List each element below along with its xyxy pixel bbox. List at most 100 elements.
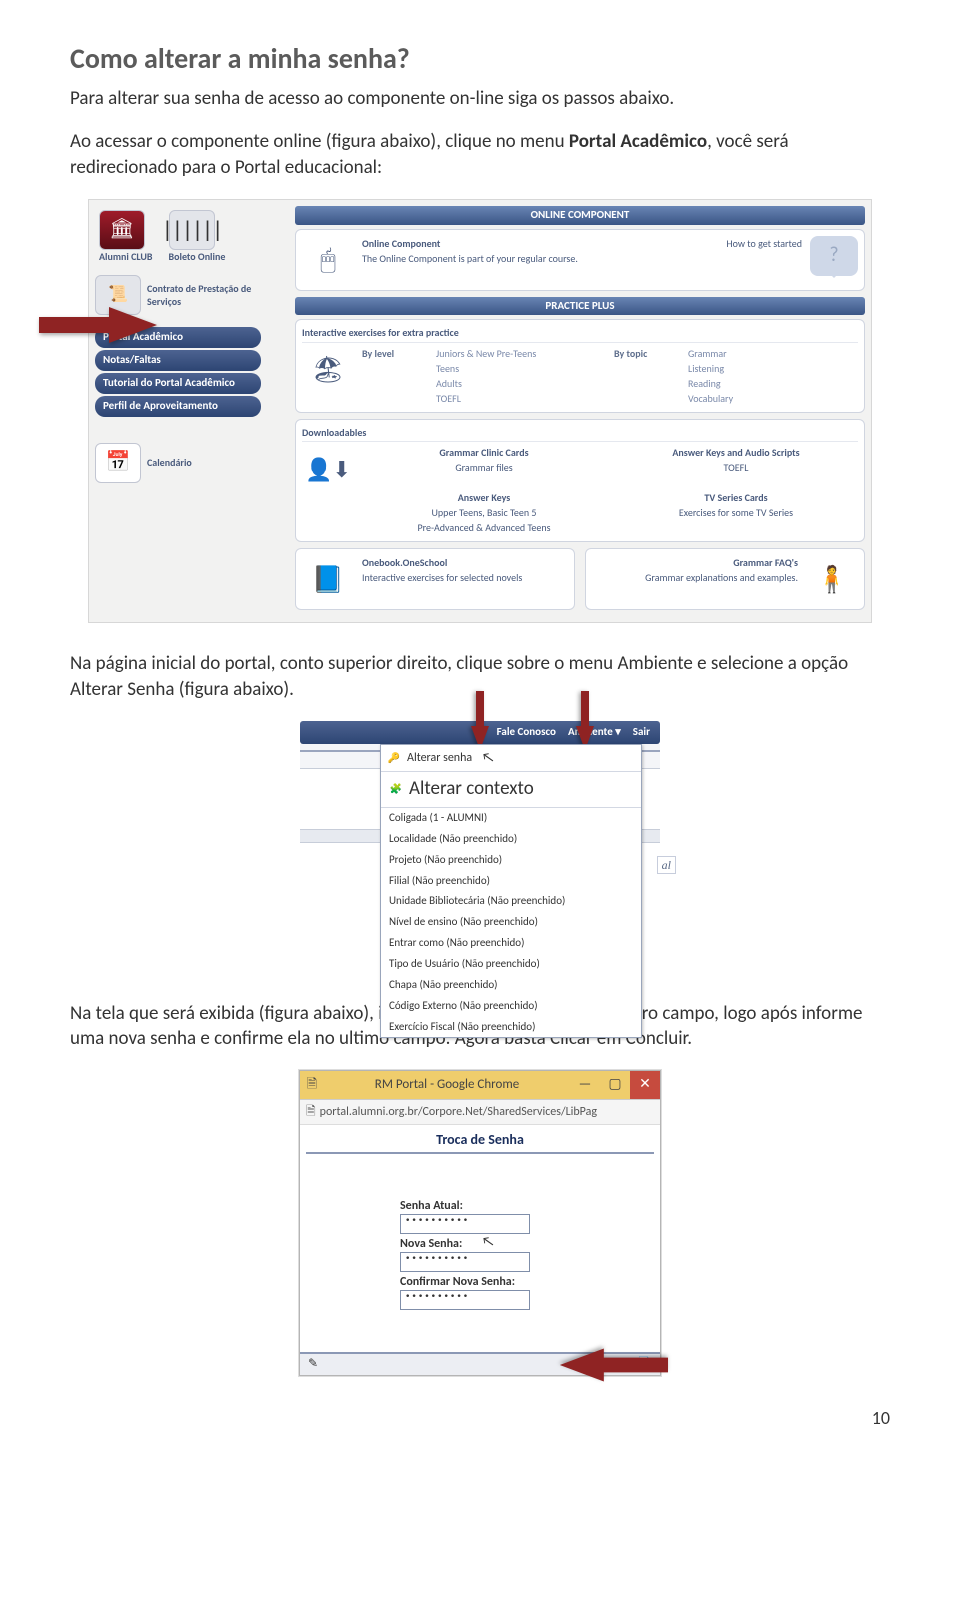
red-arrow-icon bbox=[555, 691, 615, 751]
bytopic-label: By topic bbox=[614, 346, 684, 361]
red-arrow-icon bbox=[39, 305, 159, 345]
bytopic-3[interactable]: Vocabulary bbox=[688, 391, 858, 406]
calendar-icon[interactable]: 📅 bbox=[95, 443, 141, 483]
input-senha-atual[interactable]: •••••••••• bbox=[400, 1214, 530, 1234]
dl4[interactable]: Upper Teens, Basic Teen 5 bbox=[432, 506, 537, 519]
sidebar-tutorial[interactable]: Tutorial do Portal Acadêmico bbox=[95, 373, 261, 394]
ambiente-menu-widget: Fale Conosco Ambiente ▾ Sair al 🔑 Altera… bbox=[300, 721, 660, 973]
label-confirm-senha: Confirmar Nova Senha: bbox=[400, 1274, 590, 1290]
speech-icon[interactable]: ? bbox=[810, 236, 858, 276]
ctx-1[interactable]: Localidade (Não preenchido) bbox=[381, 829, 641, 850]
onebook-s: Interactive exercises for selected novel… bbox=[362, 571, 522, 584]
bylevel-0[interactable]: Juniors & New Pre-Teens bbox=[436, 346, 606, 361]
card-faq: Grammar FAQ's Grammar explanations and e… bbox=[585, 548, 865, 610]
faq-icon: 🧍 bbox=[806, 555, 858, 603]
book-icon: 📘 bbox=[302, 555, 354, 603]
popup-alterar-contexto[interactable]: 🧩 Alterar contexto bbox=[381, 772, 641, 808]
card-downloadables: Downloadables 👤⬇ Grammar Clinic Cards Gr… bbox=[295, 419, 865, 543]
how-to[interactable]: How to get started bbox=[586, 236, 802, 284]
context-icon: 🧩 bbox=[389, 782, 403, 796]
card-practice: Interactive exercises for extra practice… bbox=[295, 319, 865, 413]
ctx-4[interactable]: Unidade Bibliotecária (Não preenchido) bbox=[381, 891, 641, 912]
dr4[interactable]: Exercises for some TV Series bbox=[679, 506, 793, 519]
form-heading: Troca de Senha bbox=[306, 1129, 654, 1154]
fig1-container: 🏛 Alumni CLUB |||||| Boleto Online 📜 Con… bbox=[70, 199, 890, 624]
close-button[interactable]: ✕ bbox=[630, 1071, 660, 1099]
para2: Ao acessar o componente online (figura a… bbox=[70, 129, 890, 180]
ctx-6[interactable]: Entrar como (Não preenchido) bbox=[381, 933, 641, 954]
banner-online-component: ONLINE COMPONENT bbox=[295, 206, 865, 225]
banner-practice-plus: PRACTICE PLUS bbox=[295, 297, 865, 316]
calendar-label: Calendário bbox=[147, 456, 192, 470]
alterar-contexto-label: Alterar contexto bbox=[409, 776, 534, 802]
sidebar-perfil[interactable]: Perfil de Aproveitamento bbox=[95, 396, 261, 417]
faq-t[interactable]: Grammar FAQ's bbox=[733, 556, 798, 569]
dl0[interactable]: Grammar Clinic Cards bbox=[439, 446, 528, 459]
dl1[interactable]: Grammar files bbox=[455, 461, 512, 474]
ctx-8[interactable]: Chapa (Não preenchido) bbox=[381, 975, 641, 996]
boleto-icon[interactable]: |||||| bbox=[169, 210, 215, 250]
alumni-club-icon[interactable]: 🏛 bbox=[99, 210, 145, 250]
ctx-9[interactable]: Código Externo (Não preenchido) bbox=[381, 996, 641, 1017]
panel-left-col: 🏛 Alumni CLUB |||||| Boleto Online 📜 Con… bbox=[95, 206, 285, 617]
dl5[interactable]: Pre-Advanced & Advanced Teens bbox=[417, 521, 550, 534]
status-left-icon: ✎ bbox=[308, 1356, 318, 1372]
onebook-t[interactable]: Onebook.OneSchool bbox=[362, 556, 447, 569]
bytopic-1[interactable]: Listening bbox=[688, 361, 858, 376]
sidebar-notas-faltas[interactable]: Notas/Faltas bbox=[95, 350, 261, 371]
dl3[interactable]: Answer Keys bbox=[458, 491, 510, 504]
input-nova-senha[interactable]: •••••••••• bbox=[400, 1252, 530, 1272]
top-sair[interactable]: Sair bbox=[633, 725, 650, 740]
ambiente-popup: 🔑 Alterar senha ↖ 🧩 Alterar contexto Col… bbox=[380, 744, 642, 1039]
ctx-3[interactable]: Filial (Não preenchido) bbox=[381, 871, 641, 892]
maximize-button[interactable]: ▢ bbox=[600, 1071, 630, 1099]
portal-panel: 🏛 Alumni CLUB |||||| Boleto Online 📜 Con… bbox=[88, 199, 872, 624]
input-confirm-senha[interactable]: •••••••••• bbox=[400, 1290, 530, 1310]
bylevel-2[interactable]: Adults bbox=[436, 376, 606, 391]
window-title: RM Portal - Google Chrome bbox=[324, 1076, 570, 1094]
bytopic-0[interactable]: Grammar bbox=[688, 346, 858, 361]
ctx-5[interactable]: Nível de ensino (Não preenchido) bbox=[381, 912, 641, 933]
fig2-container: Fale Conosco Ambiente ▾ Sair al 🔑 Altera… bbox=[70, 721, 890, 973]
ctx-10[interactable]: Exercício Fiscal (Não preenchido) bbox=[381, 1017, 641, 1038]
ctx-2[interactable]: Projeto (Não preenchido) bbox=[381, 850, 641, 871]
contrato-label: Contrato de Prestação de Serviços bbox=[147, 282, 257, 309]
umbrella-icon: 🏖 bbox=[302, 346, 354, 394]
mouse-icon: 🖱 bbox=[302, 236, 354, 284]
dr0[interactable]: Answer Keys and Audio Scripts bbox=[672, 446, 799, 459]
bylevel-1[interactable]: Teens bbox=[436, 361, 606, 376]
page-icon: 🗎 bbox=[300, 1076, 324, 1094]
bylevel-3[interactable]: TOEFL bbox=[436, 391, 606, 406]
card-online-comp: 🖱 Online Component The Online Component … bbox=[295, 229, 865, 291]
page-icon: 🗎 bbox=[306, 1104, 316, 1120]
boleto-label: Boleto Online bbox=[169, 250, 226, 264]
panel-right-col: ONLINE COMPONENT 🖱 Online Component The … bbox=[295, 206, 865, 617]
al-tag: al bbox=[657, 856, 676, 874]
alumni-club-label: Alumni CLUB bbox=[99, 250, 153, 264]
para2-a: Ao acessar o componente online (figura a… bbox=[70, 130, 569, 153]
label-senha-atual: Senha Atual: bbox=[400, 1198, 590, 1214]
dr1[interactable]: TOEFL bbox=[724, 461, 749, 474]
ctx-0[interactable]: Coligada (1 - ALUMNI) bbox=[381, 808, 641, 829]
window-titlebar: 🗎 RM Portal - Google Chrome — ▢ ✕ bbox=[300, 1071, 660, 1100]
fig3-container: 🗎 RM Portal - Google Chrome — ▢ ✕ 🗎 port… bbox=[70, 1070, 890, 1376]
oc-sub: The Online Component is part of your reg… bbox=[362, 252, 578, 265]
page-title: Como alterar a minha senha? bbox=[70, 40, 890, 78]
alterar-senha-label: Alterar senha bbox=[407, 750, 472, 766]
page-number: 10 bbox=[70, 1406, 890, 1430]
red-arrow-icon bbox=[450, 691, 510, 751]
download-icon: 👤⬇ bbox=[302, 445, 354, 493]
dr3[interactable]: TV Series Cards bbox=[704, 491, 767, 504]
pp-head: Interactive exercises for extra practice bbox=[302, 326, 858, 343]
cursor-icon: ↖ bbox=[481, 748, 496, 769]
url-bar[interactable]: 🗎 portal.alumni.org.br/Corpore.Net/Share… bbox=[300, 1100, 660, 1125]
bytopic-2[interactable]: Reading bbox=[688, 376, 858, 391]
password-form: Senha Atual: •••••••••• Nova Senha: ↖ ••… bbox=[300, 1158, 660, 1353]
minimize-button[interactable]: — bbox=[570, 1071, 600, 1099]
popup-alterar-senha[interactable]: 🔑 Alterar senha ↖ bbox=[381, 745, 641, 773]
bylevel-label: By level bbox=[362, 346, 432, 361]
url-text: portal.alumni.org.br/Corpore.Net/SharedS… bbox=[320, 1104, 597, 1120]
intro-text: Para alterar sua senha de acesso ao comp… bbox=[70, 86, 890, 112]
ctx-7[interactable]: Tipo de Usuário (Não preenchido) bbox=[381, 954, 641, 975]
para2-bold: Portal Acadêmico bbox=[569, 130, 707, 153]
